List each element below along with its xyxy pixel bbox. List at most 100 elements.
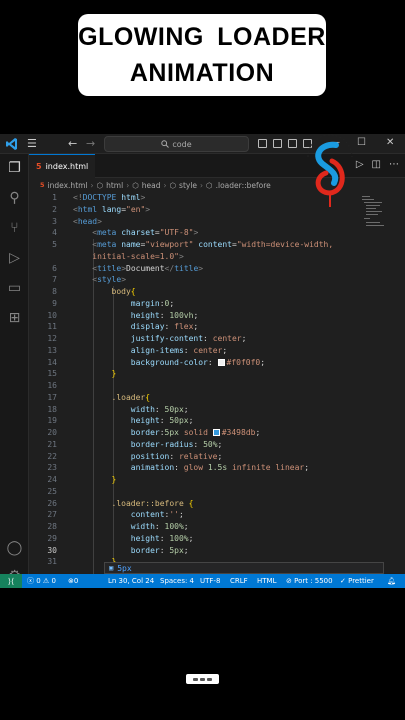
line-content: content:''; bbox=[130, 510, 184, 520]
line-number: 14 bbox=[47, 357, 57, 367]
code-line[interactable]: 12 justify-content: center; bbox=[29, 333, 405, 345]
line-number: 26 bbox=[47, 498, 57, 508]
toggle-primary-sidebar-icon[interactable] bbox=[258, 139, 267, 148]
breadcrumb-item[interactable]: html bbox=[106, 181, 123, 190]
breadcrumb-item[interactable]: .loader::before bbox=[216, 181, 271, 190]
breadcrumb-item[interactable]: style bbox=[179, 181, 197, 190]
code-line[interactable]: 18 width: 50px; bbox=[29, 404, 405, 416]
breadcrumb-item[interactable]: index.html bbox=[48, 181, 88, 190]
close-icon[interactable]: ✕ bbox=[386, 137, 394, 148]
toggle-panel-icon[interactable] bbox=[273, 139, 282, 148]
title-line-1: GLOWING LOADER bbox=[78, 23, 326, 51]
split-editor-icon[interactable]: ◫ bbox=[372, 159, 381, 170]
line-number: 27 bbox=[47, 510, 57, 520]
line-content: position: relative; bbox=[130, 451, 223, 461]
code-line[interactable]: 5 <meta name="viewport" content="width=d… bbox=[29, 239, 405, 251]
code-line[interactable]: 23 animation: glow 1.5s infinite linear; bbox=[29, 462, 405, 474]
forward-arrow-icon[interactable]: → bbox=[86, 137, 95, 151]
maximize-icon[interactable]: ☐ bbox=[357, 137, 366, 148]
line-content: } bbox=[111, 475, 117, 484]
back-arrow-icon[interactable]: ← bbox=[68, 137, 77, 151]
remote-indicator-icon[interactable]: ⟩⟨ bbox=[0, 574, 22, 588]
autocomplete-suggestion[interactable]: ▣ 5px bbox=[104, 562, 384, 574]
encoding-status[interactable]: UTF-8 bbox=[200, 574, 220, 588]
code-line[interactable]: 25 bbox=[29, 486, 405, 498]
notifications-bell-icon[interactable]: 🔔︎ bbox=[387, 574, 396, 588]
toggle-secondary-sidebar-icon[interactable] bbox=[288, 139, 297, 148]
ports-status[interactable]: ⊗0 bbox=[68, 574, 78, 588]
line-content: width: 50px; bbox=[130, 404, 189, 414]
line-number: 1 bbox=[52, 193, 57, 202]
eol-status[interactable]: CRLF bbox=[230, 574, 248, 588]
code-line[interactable]: 11 display: flex; bbox=[29, 321, 405, 333]
remote-explorer-icon[interactable]: ▭ bbox=[6, 280, 23, 297]
code-line[interactable]: 6 <title>Document</title> bbox=[29, 263, 405, 275]
code-line[interactable]: 4 <meta charset="UTF-8"> bbox=[29, 227, 405, 239]
cursor-position[interactable]: Ln 30, Col 24 bbox=[108, 574, 154, 588]
code-line[interactable]: 19 height: 50px; bbox=[29, 415, 405, 427]
code-line[interactable]: 3 <head> bbox=[29, 216, 405, 228]
code-line[interactable]: 24 } bbox=[29, 474, 405, 486]
menu-icon[interactable]: ☰ bbox=[27, 137, 37, 151]
code-editor[interactable]: 1 <!DOCTYPE html> 2 <html lang="en"> 3 <head>… bbox=[29, 192, 405, 574]
ports-count: 0 bbox=[73, 577, 79, 585]
breadcrumb-item[interactable]: head bbox=[142, 181, 161, 190]
line-number: 17 bbox=[47, 392, 57, 402]
live-server-port[interactable]: ⊘ Port : 5500 bbox=[286, 574, 333, 588]
video-progress-handle[interactable] bbox=[186, 674, 219, 684]
line-number: 31 bbox=[47, 557, 57, 567]
line-number: 10 bbox=[47, 310, 57, 320]
tab-index-html[interactable]: 5 index.html bbox=[29, 154, 95, 178]
code-line[interactable]: 8 body{ bbox=[29, 286, 405, 298]
line-content: <meta charset="UTF-8"> bbox=[92, 228, 199, 238]
problems-status[interactable]: ⓧ 0 ⚠ 0 bbox=[27, 574, 56, 588]
line-number: 30 bbox=[47, 545, 57, 555]
code-line[interactable]: 15 } bbox=[29, 368, 405, 380]
line-content: body{ bbox=[111, 287, 136, 296]
line-content: height: 100vh; bbox=[130, 310, 199, 320]
search-text: code bbox=[172, 139, 192, 149]
code-line[interactable]: 16 bbox=[29, 380, 405, 392]
line-number: 15 bbox=[47, 369, 57, 379]
channel-logo-icon bbox=[307, 134, 353, 207]
code-line[interactable]: 13 align-items: center; bbox=[29, 345, 405, 357]
minimap[interactable] bbox=[360, 192, 390, 252]
line-content: <title>Document</title> bbox=[92, 263, 204, 273]
extensions-icon[interactable]: ⊞ bbox=[6, 310, 23, 327]
line-content: initial-scale=1.0"> bbox=[92, 251, 184, 261]
indentation-status[interactable]: Spaces: 4 bbox=[160, 574, 194, 588]
code-line[interactable]: 30 border: 5px; bbox=[29, 545, 405, 557]
code-line[interactable]: 26 .loader::before { bbox=[29, 498, 405, 510]
more-actions-icon[interactable]: ⋯ bbox=[389, 159, 399, 170]
line-content: border-radius: 50%; bbox=[130, 439, 223, 449]
language-mode[interactable]: HTML bbox=[257, 574, 276, 588]
prettier-status[interactable]: ✓ Prettier bbox=[340, 574, 374, 588]
line-number: 7 bbox=[52, 275, 57, 285]
code-line[interactable]: 28 width: 100%; bbox=[29, 521, 405, 533]
line-number: 4 bbox=[52, 228, 57, 238]
editor-actions: ▷ ◫ ⋯ bbox=[356, 159, 399, 170]
code-line[interactable]: 22 position: relative; bbox=[29, 451, 405, 463]
warning-count: 0 bbox=[51, 577, 56, 585]
code-line[interactable]: 17 .loader{ bbox=[29, 392, 405, 404]
search-view-icon[interactable]: ⚲ bbox=[6, 190, 23, 207]
code-line[interactable]: 27 content:''; bbox=[29, 509, 405, 521]
line-number: 6 bbox=[52, 263, 57, 273]
code-line[interactable]: 9 margin:0; bbox=[29, 298, 405, 310]
code-line[interactable]: 10 height: 100vh; bbox=[29, 310, 405, 322]
command-center-search[interactable]: code bbox=[104, 136, 249, 152]
line-number: 12 bbox=[47, 334, 57, 343]
code-line[interactable]: initial-scale=1.0"> bbox=[29, 251, 405, 263]
code-line[interactable]: 7 <style> bbox=[29, 274, 405, 286]
explorer-icon[interactable]: ❐ bbox=[6, 160, 23, 177]
account-icon[interactable]: ◯ bbox=[6, 540, 23, 557]
line-number: 8 bbox=[52, 287, 57, 296]
run-debug-icon[interactable]: ▷ bbox=[6, 250, 23, 267]
tab-label: index.html bbox=[45, 162, 89, 171]
code-line[interactable]: 14 background-color: #f0f0f0; bbox=[29, 357, 405, 369]
line-content: align-items: center; bbox=[130, 345, 228, 355]
code-line[interactable]: 21 border-radius: 50%; bbox=[29, 439, 405, 451]
code-line[interactable]: 20 border:5px solid #3498db; bbox=[29, 427, 405, 439]
source-control-icon[interactable]: ⑂ bbox=[6, 220, 23, 237]
code-line[interactable]: 29 height: 100%; bbox=[29, 533, 405, 545]
